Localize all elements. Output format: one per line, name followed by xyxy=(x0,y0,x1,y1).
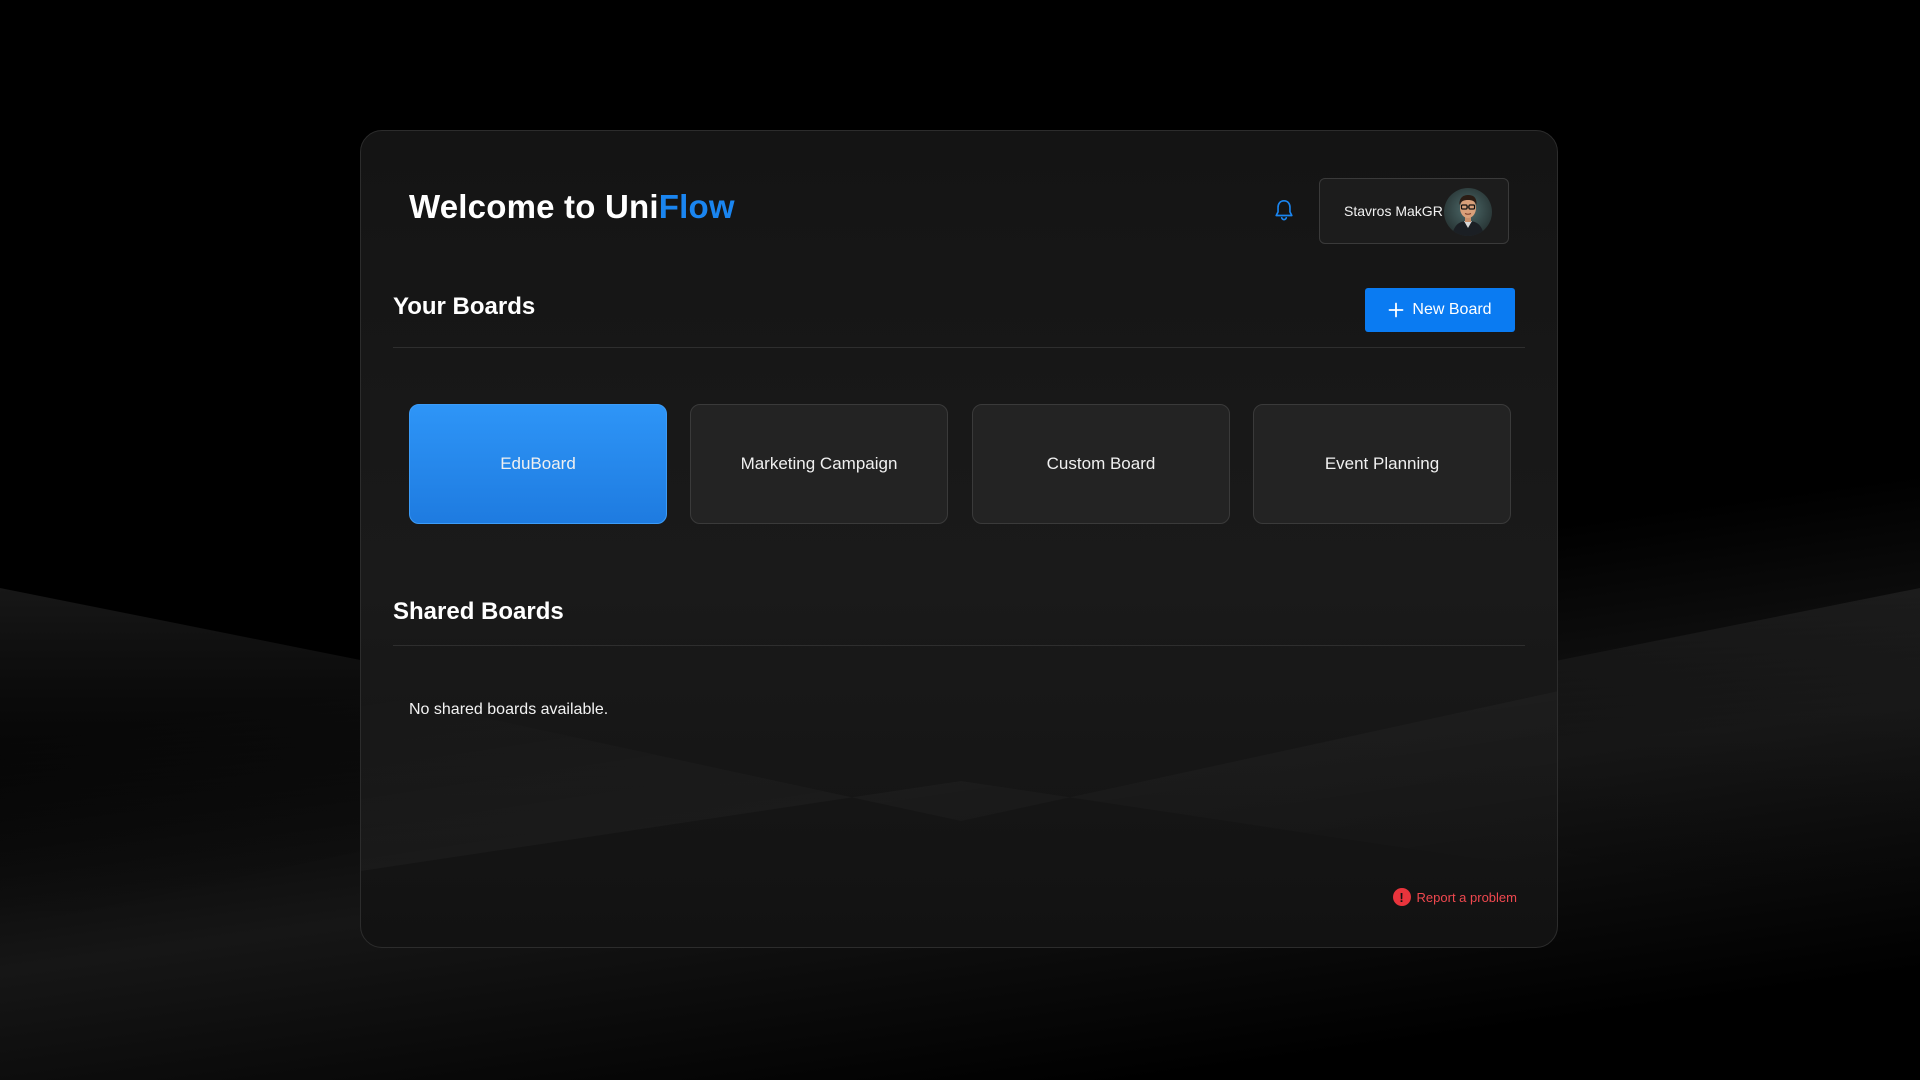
notifications-button[interactable] xyxy=(1271,196,1297,224)
user-profile-button[interactable]: Stavros MakGR xyxy=(1319,178,1509,244)
shared-boards-title: Shared Boards xyxy=(393,598,564,625)
board-card-event-planning[interactable]: Event Planning xyxy=(1253,404,1511,524)
your-boards-divider xyxy=(393,347,1525,348)
boards-grid: EduBoard Marketing Campaign Custom Board… xyxy=(409,404,1511,524)
page-title: Welcome to UniFlow xyxy=(409,188,735,226)
board-card-marketing-campaign[interactable]: Marketing Campaign xyxy=(690,404,948,524)
user-name: Stavros MakGR xyxy=(1344,203,1443,219)
title-accent: Flow xyxy=(658,188,735,225)
report-problem-label: Report a problem xyxy=(1416,889,1517,905)
avatar-illustration xyxy=(1452,195,1484,236)
title-prefix: Welcome to Uni xyxy=(409,188,659,225)
main-panel: Welcome to UniFlow Stavros MakGR Your Bo… xyxy=(360,130,1558,948)
board-card-eduboard[interactable]: EduBoard xyxy=(409,404,667,524)
bell-icon xyxy=(1275,200,1293,221)
your-boards-title: Your Boards xyxy=(393,293,536,320)
new-board-label: New Board xyxy=(1412,301,1492,318)
header: Welcome to UniFlow Stavros MakGR xyxy=(409,176,1509,246)
avatar xyxy=(1444,188,1492,236)
shared-boards-divider xyxy=(393,645,1525,646)
panel-sheen xyxy=(361,691,1557,871)
alert-circle-icon: ! xyxy=(1392,888,1411,906)
new-board-button[interactable]: New Board xyxy=(1365,288,1515,332)
shared-boards-empty-message: No shared boards available. xyxy=(409,701,609,718)
plus-icon xyxy=(1389,302,1404,318)
report-problem-link[interactable]: ! Report a problem xyxy=(1392,888,1517,906)
board-card-custom-board[interactable]: Custom Board xyxy=(972,404,1230,524)
